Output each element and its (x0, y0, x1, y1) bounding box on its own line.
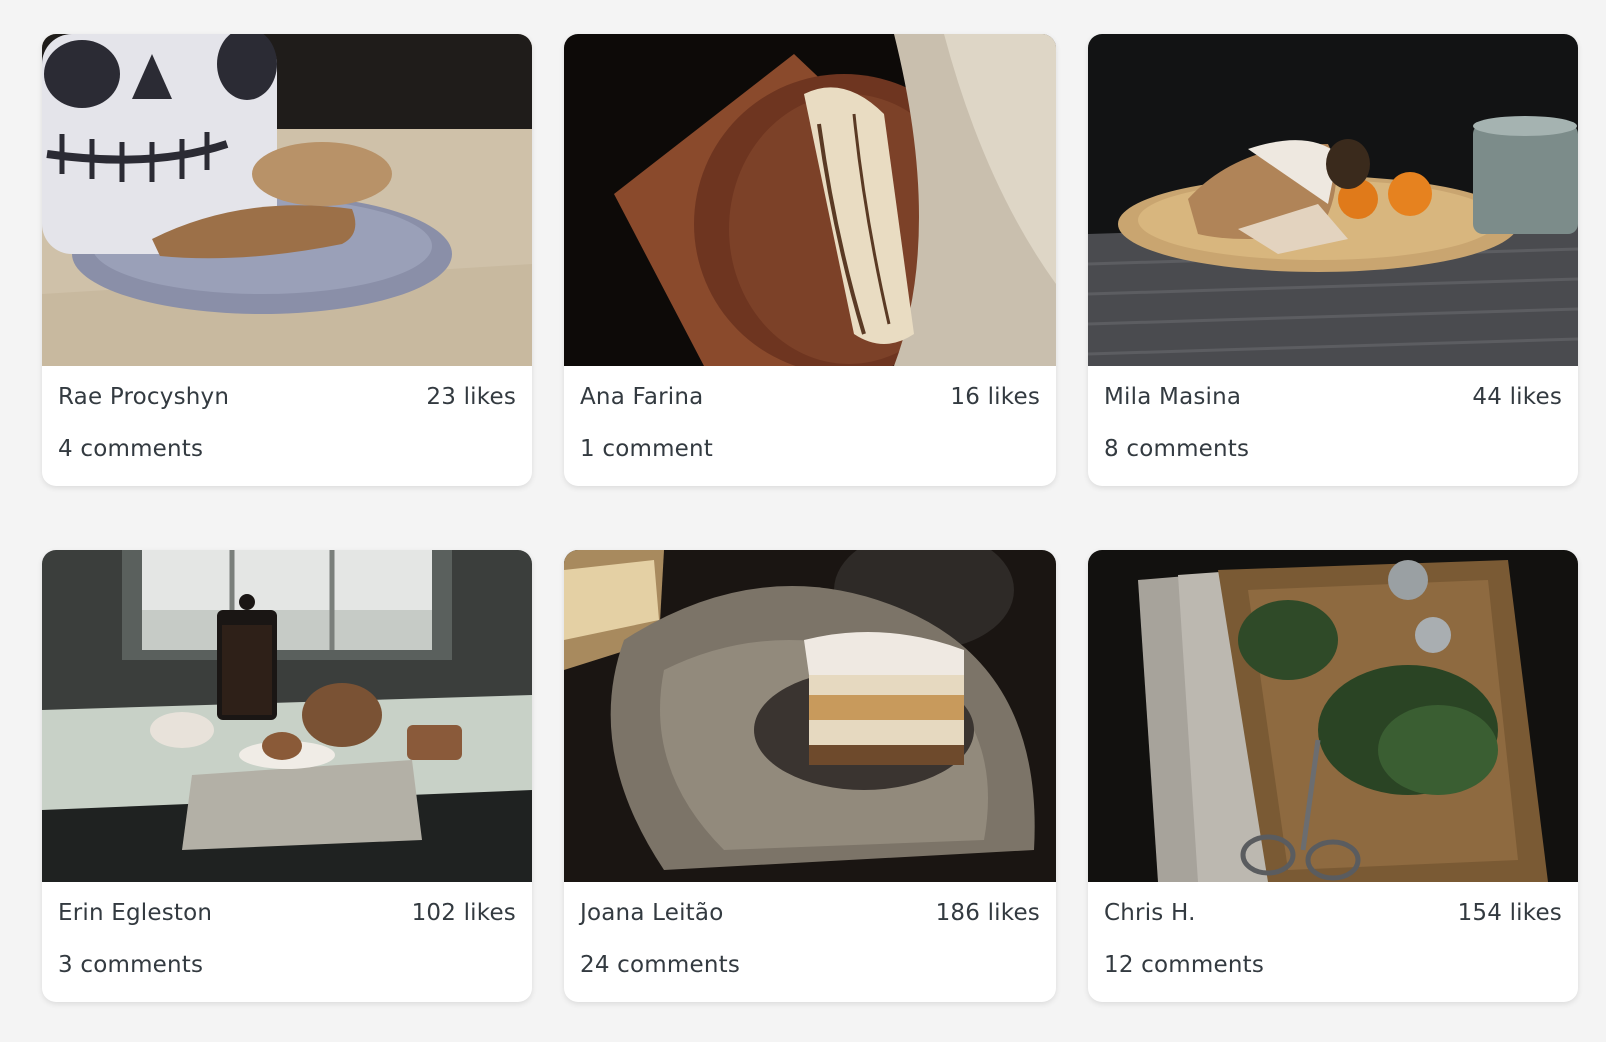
photo-image[interactable] (42, 550, 532, 882)
comments-count[interactable]: 8 comments (1104, 436, 1249, 462)
photo-image[interactable] (1088, 550, 1578, 882)
photo-image[interactable] (1088, 34, 1578, 366)
bread-wooden-tray-photo (564, 34, 1056, 366)
photo-card[interactable]: Rae Procyshyn 23 likes 4 comments (42, 34, 532, 486)
comments-count[interactable]: 4 comments (58, 436, 203, 462)
photo-card[interactable]: Chris H. 154 likes 12 comments (1088, 550, 1578, 1002)
author-name[interactable]: Joana Leitão (580, 900, 723, 926)
card-meta: Joana Leitão 186 likes 24 comments (564, 882, 1056, 1002)
card-meta: Chris H. 154 likes 12 comments (1088, 882, 1578, 1002)
author-name[interactable]: Rae Procyshyn (58, 384, 229, 410)
author-name[interactable]: Chris H. (1104, 900, 1196, 926)
comments-count[interactable]: 24 comments (580, 952, 740, 978)
photo-image[interactable] (564, 550, 1056, 882)
comments-count[interactable]: 1 comment (580, 436, 713, 462)
likes-count: 44 likes (1472, 384, 1562, 410)
photo-card[interactable]: Joana Leitão 186 likes 24 comments (564, 550, 1056, 1002)
photo-grid: Rae Procyshyn 23 likes 4 comments Ana Fa… (42, 34, 1578, 1002)
french-press-table-photo (42, 550, 532, 882)
photo-image[interactable] (42, 34, 532, 366)
likes-count: 16 likes (950, 384, 1040, 410)
photo-card[interactable]: Ana Farina 16 likes 1 comment (564, 34, 1056, 486)
likes-count: 23 likes (426, 384, 516, 410)
likes-count: 102 likes (411, 900, 516, 926)
photo-image[interactable] (564, 34, 1056, 366)
photo-card[interactable]: Mila Masina 44 likes 8 comments (1088, 34, 1578, 486)
likes-count: 186 likes (935, 900, 1040, 926)
likes-count: 154 likes (1457, 900, 1562, 926)
card-meta: Ana Farina 16 likes 1 comment (564, 366, 1056, 486)
comments-count[interactable]: 12 comments (1104, 952, 1264, 978)
author-name[interactable]: Ana Farina (580, 384, 703, 410)
cookie-skull-mug-photo (42, 34, 532, 366)
author-name[interactable]: Mila Masina (1104, 384, 1241, 410)
stollen-plate-mug-photo (1088, 34, 1578, 366)
card-meta: Mila Masina 44 likes 8 comments (1088, 366, 1578, 486)
herbs-cutting-board-photo (1088, 550, 1578, 882)
comments-count[interactable]: 3 comments (58, 952, 203, 978)
cream-cake-cloth-photo (564, 550, 1056, 882)
card-meta: Erin Egleston 102 likes 3 comments (42, 882, 532, 1002)
card-meta: Rae Procyshyn 23 likes 4 comments (42, 366, 532, 486)
author-name[interactable]: Erin Egleston (58, 900, 212, 926)
photo-card[interactable]: Erin Egleston 102 likes 3 comments (42, 550, 532, 1002)
